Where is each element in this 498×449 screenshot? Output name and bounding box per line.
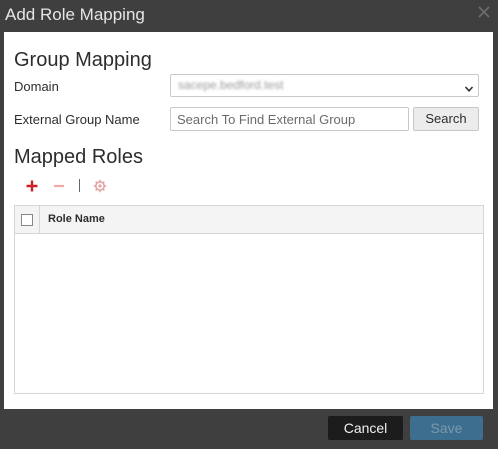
gear-icon[interactable]	[93, 179, 107, 193]
select-all-cell	[15, 206, 40, 233]
select-all-checkbox[interactable]	[21, 214, 33, 226]
table-header: Role Name	[15, 206, 483, 234]
dialog-body: Group Mapping Domain sacepe.bedford.test…	[4, 32, 493, 409]
domain-select[interactable]: sacepe.bedford.test	[170, 74, 479, 97]
domain-label: Domain	[14, 79, 59, 94]
mapped-roles-table: Role Name	[14, 205, 484, 394]
close-icon[interactable]	[476, 4, 492, 20]
toolbar-divider	[79, 179, 80, 192]
minus-icon[interactable]	[52, 179, 66, 193]
search-button[interactable]: Search	[413, 107, 479, 131]
plus-icon[interactable]	[25, 179, 39, 193]
add-role-mapping-dialog: Add Role Mapping Group Mapping Domain sa…	[0, 0, 498, 449]
mapped-roles-heading: Mapped Roles	[14, 146, 143, 168]
chevron-down-icon	[464, 81, 474, 92]
dialog-titlebar: Add Role Mapping	[0, 0, 498, 31]
save-button[interactable]: Save	[410, 416, 483, 440]
cancel-button[interactable]: Cancel	[328, 416, 403, 440]
dialog-title: Add Role Mapping	[5, 5, 145, 24]
column-header-role-name[interactable]: Role Name	[48, 213, 105, 225]
external-group-label: External Group Name	[14, 112, 140, 127]
domain-select-value: sacepe.bedford.test	[178, 78, 284, 92]
group-mapping-heading: Group Mapping	[14, 49, 152, 71]
external-group-search-input[interactable]	[170, 107, 409, 131]
